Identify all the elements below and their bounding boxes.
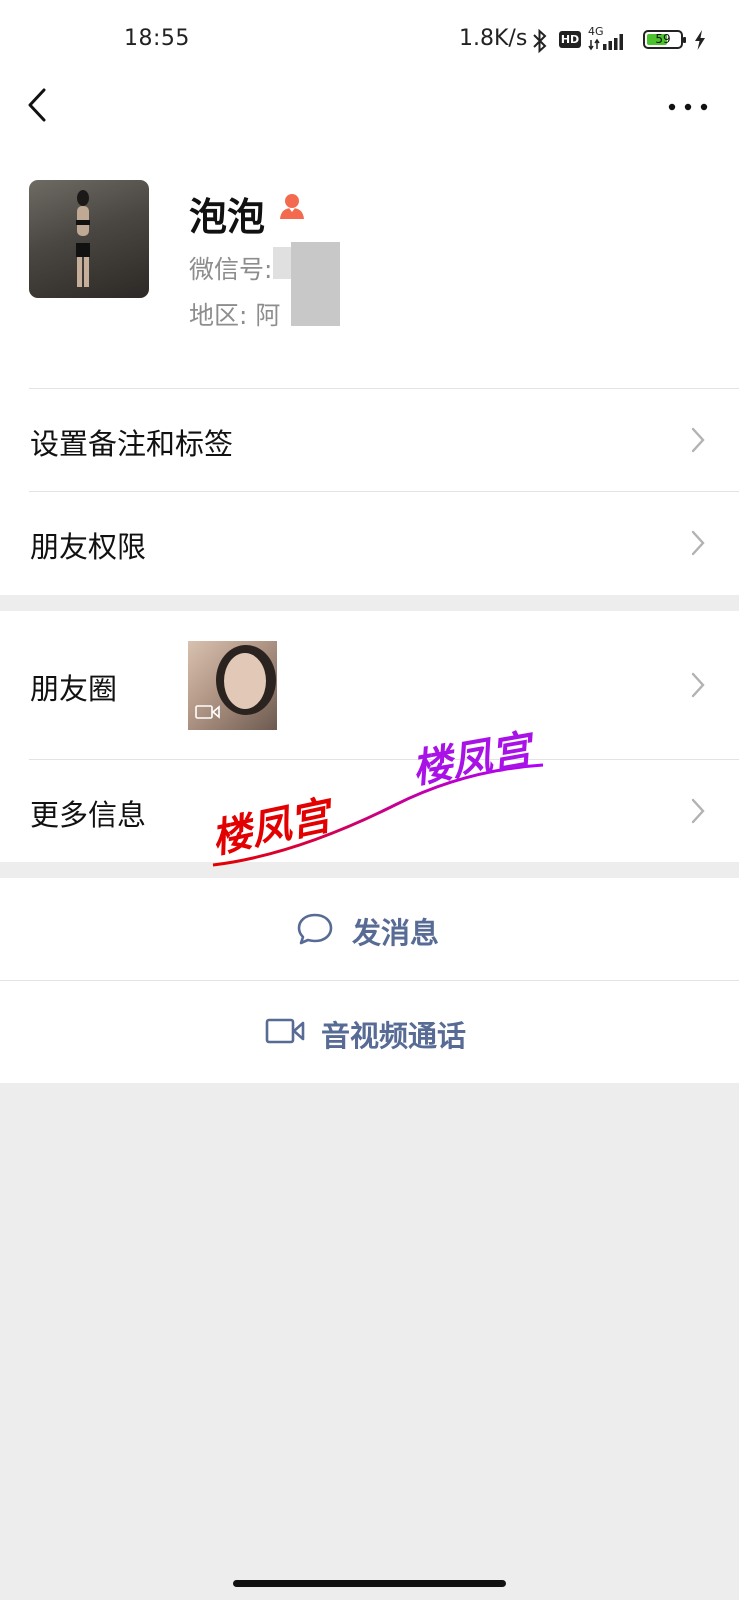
wechat-id-label: 微信号:: [189, 255, 273, 284]
wechat-id: 微信号:: [189, 250, 272, 286]
chat-bubble-icon: [297, 913, 333, 945]
moments-label: 朋友圈: [30, 672, 118, 706]
set-remark-row[interactable]: 设置备注和标签: [0, 389, 739, 491]
chevron-right-icon: [691, 798, 705, 824]
chevron-right-icon: [691, 672, 705, 698]
battery-icon: 59: [643, 30, 686, 49]
set-remark-label: 设置备注和标签: [30, 427, 234, 461]
actions-card: 发消息 音视频通话: [0, 878, 739, 1083]
bluetooth-icon: [533, 28, 547, 54]
network-speed: 1.8K/s: [459, 26, 528, 51]
female-icon: [280, 194, 304, 219]
chevron-left-icon[interactable]: [22, 84, 56, 126]
charging-icon: [695, 30, 705, 50]
chevron-right-icon: [691, 530, 705, 556]
signal-icon: 4G: [588, 25, 634, 52]
video-call-button[interactable]: 音视频通话: [0, 981, 739, 1083]
watermark-text: 楼凤宫: [409, 726, 540, 793]
home-indicator[interactable]: [233, 1580, 506, 1587]
watermark: 楼凤宫 楼凤宫: [208, 726, 544, 867]
send-message-button[interactable]: 发消息: [0, 878, 739, 980]
contact-name: 泡泡: [189, 195, 266, 239]
more-info-label: 更多信息: [30, 798, 147, 832]
avatar[interactable]: [29, 180, 149, 298]
hd-icon: HD: [559, 31, 581, 48]
video-call-label: 音视频通话: [321, 1019, 467, 1053]
send-message-label: 发消息: [352, 916, 440, 950]
settings-card: 设置备注和标签 朋友权限: [0, 350, 739, 595]
more-dots-icon[interactable]: [666, 92, 710, 122]
video-camera-icon: [265, 1018, 305, 1044]
chevron-right-icon: [691, 427, 705, 453]
status-time: 18:55: [124, 26, 190, 51]
redaction-mask: [291, 242, 340, 326]
region-label: 地区:: [189, 301, 248, 330]
region: 地区: 阿: [189, 296, 280, 332]
friend-permission-row[interactable]: 朋友权限: [0, 492, 739, 595]
redaction-mask: [273, 247, 293, 279]
battery-level: 59: [655, 32, 671, 46]
friend-permission-label: 朋友权限: [30, 530, 147, 564]
region-value: 阿: [255, 301, 281, 330]
